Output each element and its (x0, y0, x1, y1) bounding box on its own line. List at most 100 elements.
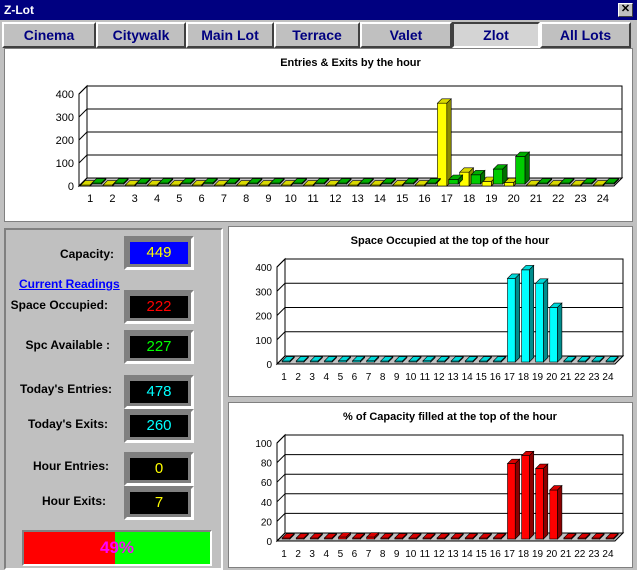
bar-side (543, 463, 549, 540)
x-tick-label: 16 (418, 193, 430, 205)
tab-terrace[interactable]: Terrace (274, 22, 360, 48)
todays-exits-label: Today's Exits: (28, 417, 108, 431)
capacity-filled-chart: % of Capacity filled at the top of the h… (255, 411, 625, 560)
tab-all-lots[interactable]: All Lots (540, 22, 631, 48)
space-occupied-box: 222 (124, 290, 194, 324)
bar (549, 302, 563, 363)
bar (492, 163, 508, 185)
x-tick-label: 2 (295, 549, 301, 560)
window-title: Z-Lot (4, 3, 34, 17)
z-lot-window: Z-Lot ✕ Cinema Citywalk Main Lot Terrace… (0, 0, 637, 570)
hour-entries-box: 0 (124, 452, 194, 486)
x-tick-label: 1 (281, 549, 287, 560)
x-tick-label: 4 (324, 372, 330, 383)
y-tick-label: 300 (255, 287, 272, 298)
x-tick-label: 8 (380, 372, 386, 383)
x-tick-label: 9 (265, 193, 271, 205)
x-tick-label: 3 (309, 549, 315, 560)
x-tick-label: 20 (546, 549, 558, 560)
x-tick-label: 6 (199, 193, 205, 205)
tab-citywalk[interactable]: Citywalk (96, 22, 186, 48)
close-button[interactable]: ✕ (618, 3, 633, 17)
x-tick-label: 6 (352, 549, 358, 560)
lot-tabs: Cinema Citywalk Main Lot Terrace Valet Z… (0, 22, 637, 48)
y-tick-label: 400 (56, 89, 74, 101)
x-tick-label: 20 (546, 372, 558, 383)
bar (520, 264, 535, 363)
tab-main-lot[interactable]: Main Lot (186, 22, 274, 48)
x-tick-label: 8 (243, 193, 249, 205)
x-tick-label: 13 (352, 193, 364, 205)
x-tick-label: 7 (366, 549, 372, 560)
x-tick-label: 5 (176, 193, 182, 205)
y-tick-label: 100 (255, 439, 272, 450)
space-occupied-label: Space Occupied: (10, 298, 108, 312)
chart-back-wall (284, 434, 624, 534)
chart-title: % of Capacity filled at the top of the h… (343, 411, 558, 423)
hour-exits-label: Hour Exits: (41, 494, 106, 508)
y-tick-label: 200 (255, 312, 272, 323)
bar (506, 273, 521, 363)
x-tick-label: 21 (530, 193, 542, 205)
spc-available-box: 227 (124, 330, 194, 364)
x-tick-label: 9 (394, 549, 400, 560)
capacity-label: Capacity: (59, 247, 114, 261)
y-tick-label: 40 (261, 498, 273, 509)
x-tick-label: 10 (405, 372, 417, 383)
x-tick-label: 14 (462, 372, 474, 383)
x-tick-label: 24 (597, 193, 609, 205)
x-tick-label: 15 (476, 549, 488, 560)
y-tick-label: 400 (255, 263, 272, 274)
bar-side (557, 484, 563, 540)
space-occupied-chart-panel: Space Occupied at the top of the hour 0 10… (228, 226, 633, 397)
tab-cinema[interactable]: Cinema (2, 22, 96, 48)
bar-side (543, 278, 549, 363)
spc-available-value: 227 (130, 336, 188, 358)
x-tick-label: 22 (574, 372, 586, 383)
capacity-value: 449 (130, 242, 188, 264)
x-tick-label: 12 (329, 193, 341, 205)
y-tick-label: 100 (56, 158, 74, 170)
x-tick-label: 20 (508, 193, 520, 205)
x-tick-label: 13 (447, 549, 459, 560)
bar (514, 151, 531, 185)
todays-entries-label: Today's Entries: (20, 382, 112, 396)
x-tick-label: 15 (476, 372, 488, 383)
bar-front (493, 168, 504, 185)
x-tick-label: 19 (532, 372, 544, 383)
capacity-box: 449 (124, 236, 194, 270)
space-occupied-value: 222 (130, 296, 188, 318)
hour-entries-value: 0 (130, 458, 188, 480)
bar-side (529, 450, 535, 540)
bar-front (521, 455, 530, 540)
chart-side-wall (276, 433, 286, 543)
bar-front (470, 174, 481, 185)
x-tick-label: 12 (433, 372, 445, 383)
bar-front (507, 463, 516, 540)
x-tick-label: 5 (338, 549, 344, 560)
current-readings-link[interactable]: Current Readings (19, 277, 120, 291)
x-tick-label: 23 (574, 193, 586, 205)
bar (470, 169, 486, 185)
x-tick-label: 10 (285, 193, 297, 205)
tab-zlot[interactable]: Zlot (452, 22, 540, 48)
x-tick-label: 17 (504, 549, 516, 560)
x-tick-label: 11 (420, 549, 431, 560)
tab-valet[interactable]: Valet (360, 22, 452, 48)
bar (534, 463, 549, 540)
x-tick-label: 22 (574, 549, 586, 560)
y-tick-label: 100 (255, 336, 272, 347)
x-tick-label: 19 (532, 549, 544, 560)
bar-front (521, 269, 530, 363)
x-tick-label: 16 (490, 549, 502, 560)
x-tick-label: 21 (560, 372, 572, 383)
todays-entries-box: 478 (124, 375, 194, 409)
x-tick-label: 15 (396, 193, 408, 205)
bar-side (557, 302, 563, 363)
y-tick-label: 0 (68, 181, 74, 193)
x-tick-label: 14 (374, 193, 386, 205)
spc-available-label: Spc Available : (25, 338, 110, 352)
bar-front (437, 102, 448, 187)
bar-side (514, 273, 520, 363)
x-tick-label: 3 (309, 372, 315, 383)
